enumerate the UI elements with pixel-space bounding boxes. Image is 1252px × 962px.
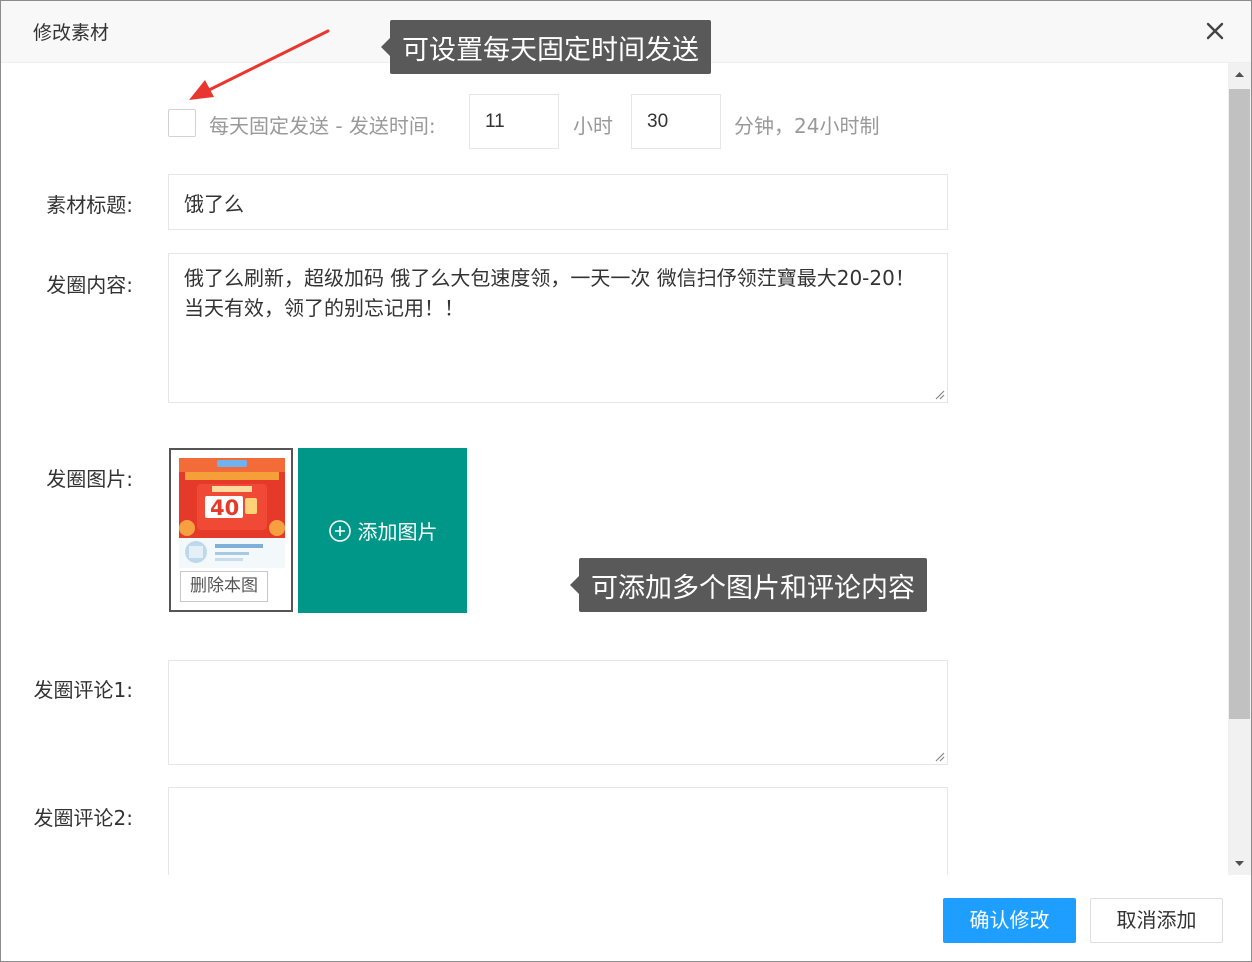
scroll-up-arrow-icon xyxy=(1235,72,1244,77)
annotation-arrow-icon xyxy=(189,29,330,100)
content-label: 发圈内容: xyxy=(46,273,133,297)
scroll-down-button[interactable] xyxy=(1228,851,1251,875)
cancel-add-button[interactable]: 取消添加 xyxy=(1090,898,1223,943)
comment2-label: 发圈评论2: xyxy=(33,806,133,830)
poster-thumbnail-image: 40 xyxy=(179,458,285,568)
comment1-label: 发圈评论1: xyxy=(33,678,133,702)
daily-send-label: 每天固定发送 - 发送时间: xyxy=(209,114,436,138)
minute-unit-label: 分钟，24小时制 xyxy=(734,114,880,138)
hour-input[interactable] xyxy=(469,94,559,149)
vertical-scrollbar[interactable] xyxy=(1228,63,1251,875)
images-tip-text: 可添加多个图片和评论内容 xyxy=(591,572,915,604)
add-image-button[interactable]: 添加图片 xyxy=(298,448,467,613)
delete-image-button[interactable]: 删除本图 xyxy=(180,571,268,602)
schedule-tip-callout: 可设置每天固定时间发送 xyxy=(381,20,711,74)
images-label: 发圈图片: xyxy=(46,467,133,491)
confirm-edit-button[interactable]: 确认修改 xyxy=(943,898,1076,943)
edit-material-dialog: 修改素材 每天固定发送 - 发送时间: 小时 分钟，24小时制 素材标题: 饿了… xyxy=(0,0,1252,962)
close-icon xyxy=(1206,22,1224,40)
scroll-up-button[interactable] xyxy=(1228,63,1251,87)
resize-grip-icon[interactable] xyxy=(933,388,945,400)
schedule-tip-text: 可设置每天固定时间发送 xyxy=(402,34,699,66)
daily-send-checkbox[interactable] xyxy=(168,109,196,137)
plus-circle-icon xyxy=(328,519,351,542)
comment1-textarea[interactable] xyxy=(168,660,948,765)
content-textarea[interactable]: 俄了么刷新，超级加码 俄了么大包速度领，一天一次 微信扫伃领茳寶最大20-20！… xyxy=(168,253,948,403)
svg-text:40: 40 xyxy=(210,496,239,520)
title-input[interactable]: 饿了么 xyxy=(168,174,948,230)
images-tip-callout: 可添加多个图片和评论内容 xyxy=(570,558,927,612)
scroll-thumb[interactable] xyxy=(1229,89,1250,719)
dialog-footer: 确认修改 取消添加 xyxy=(1,875,1251,961)
resize-grip-icon[interactable] xyxy=(933,750,945,762)
title-label: 素材标题: xyxy=(46,193,133,217)
add-image-label: 添加图片 xyxy=(357,520,438,544)
title-input-value: 饿了么 xyxy=(184,191,244,216)
dialog-title: 修改素材 xyxy=(33,22,110,44)
comment2-textarea[interactable] xyxy=(168,787,948,875)
image-thumbnail-card: 40 删除本图 xyxy=(169,448,293,612)
minute-input[interactable] xyxy=(631,94,721,149)
close-button[interactable] xyxy=(1199,15,1231,47)
dialog-body: 每天固定发送 - 发送时间: 小时 分钟，24小时制 素材标题: 饿了么 发圈内… xyxy=(1,63,1227,875)
scroll-down-arrow-icon xyxy=(1235,861,1244,866)
hour-unit-label: 小时 xyxy=(573,114,613,138)
content-textarea-value: 俄了么刷新，超级加码 俄了么大包速度领，一天一次 微信扫伃领茳寶最大20-20！… xyxy=(184,266,915,320)
